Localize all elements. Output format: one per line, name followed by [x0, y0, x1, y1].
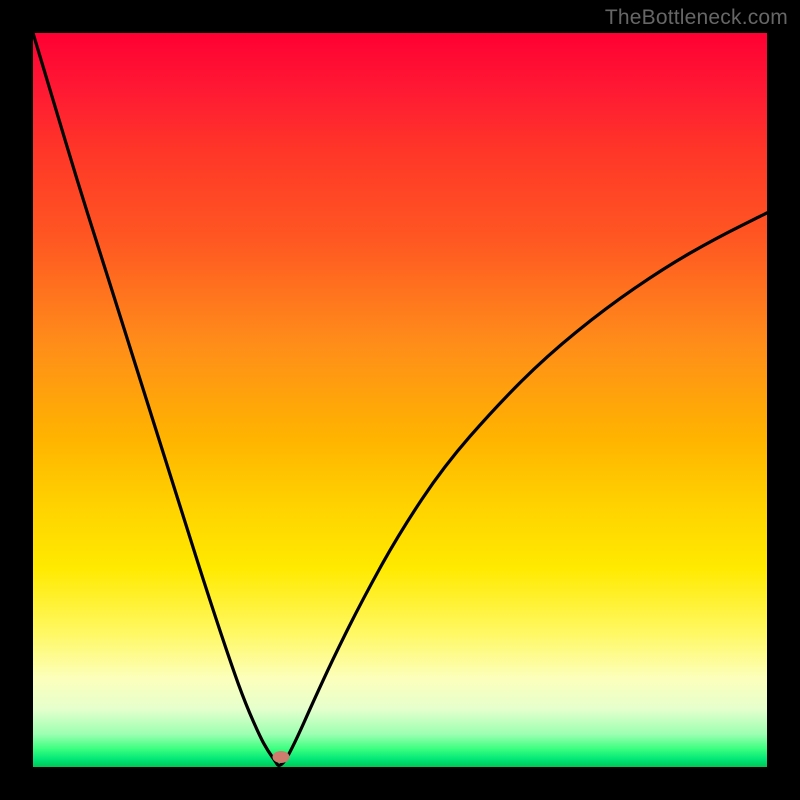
plot-area [33, 33, 767, 767]
bottleneck-curve [33, 33, 767, 767]
minimum-marker [273, 751, 290, 763]
watermark-text: TheBottleneck.com [605, 6, 788, 30]
chart-frame: TheBottleneck.com [0, 0, 800, 800]
curve-path [33, 33, 767, 765]
